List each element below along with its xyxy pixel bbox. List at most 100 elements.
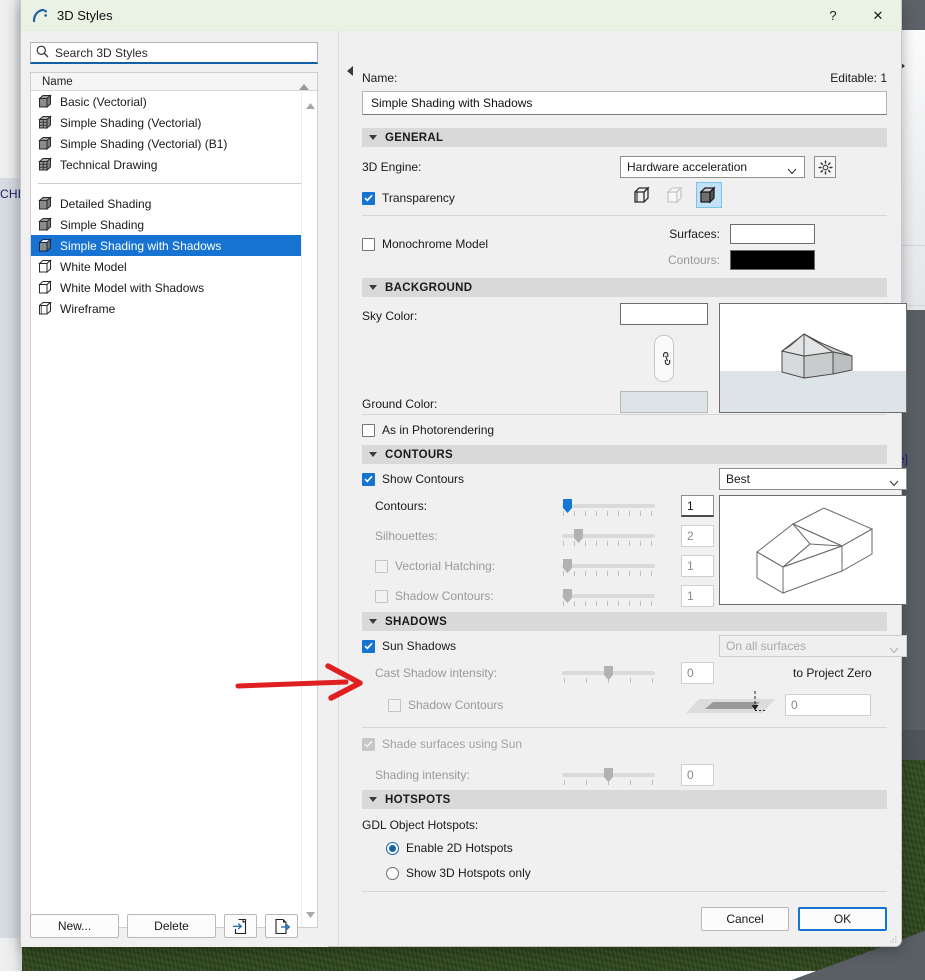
contours-slider-row: Contours: 1 <box>375 495 714 517</box>
export-style-button[interactable] <box>265 914 298 938</box>
shadow-contours-slider[interactable] <box>562 586 655 606</box>
scroll-up-arrow[interactable] <box>306 98 315 112</box>
list-scrollbar[interactable] <box>301 92 317 927</box>
list-body: Basic (Vectorial) Simple Shading (Vector… <box>31 91 317 319</box>
surfaces-color-swatch[interactable] <box>730 224 815 244</box>
dialog-title-bar[interactable]: 3D Styles ? ✕ <box>21 0 901 31</box>
resize-grip[interactable] <box>888 933 897 943</box>
section-header-contours[interactable]: CONTOURS <box>362 445 887 464</box>
radio-button[interactable] <box>386 841 399 855</box>
show-contours-checkbox[interactable] <box>362 472 375 486</box>
list-header: Name <box>31 73 317 91</box>
vectorial-hatching-checkbox[interactable] <box>375 559 388 573</box>
silhouettes-slider[interactable] <box>562 526 655 546</box>
sun-shadows-checkbox[interactable] <box>362 639 375 653</box>
list-item[interactable]: Technical Drawing <box>31 154 317 175</box>
silhouettes-value[interactable]: 2 <box>681 525 714 547</box>
style-solid-icon <box>36 135 56 152</box>
list-item[interactable]: Wireframe <box>31 298 317 319</box>
shade-surfaces-label: Shade surfaces using Sun <box>382 737 523 751</box>
shadow-contours-offset-checkbox[interactable] <box>388 698 401 712</box>
style-hatched-icon <box>36 114 56 131</box>
photorendering-row: As in Photorendering <box>362 415 887 445</box>
list-item[interactable]: Simple Shading (Vectorial) <box>31 112 317 133</box>
contour-quality-select[interactable]: Best <box>719 468 907 490</box>
shadow-surfaces-select[interactable]: On all surfaces <box>719 635 907 657</box>
silhouettes-slider-row: Silhouettes: 2 <box>375 525 714 547</box>
import-style-button[interactable] <box>224 914 257 938</box>
hidden-line-cube-button[interactable] <box>663 182 689 208</box>
new-button[interactable]: New... <box>30 914 119 938</box>
show-3d-hotspots-option[interactable]: Show 3D Hotspots only <box>386 866 531 880</box>
cast-shadow-intensity-value[interactable]: 0 <box>681 662 714 684</box>
shadow-contours-checkbox[interactable] <box>375 589 388 603</box>
engine-settings-button[interactable] <box>814 156 836 178</box>
list-item[interactable]: Simple Shading (Vectorial) (B1) <box>31 133 317 154</box>
cast-shadow-intensity-row: Cast Shadow intensity: 0 to Project Zero <box>375 662 872 684</box>
radio-button[interactable] <box>386 866 399 880</box>
contours-row-label: Contours: <box>375 499 428 513</box>
column-header-name[interactable]: Name <box>31 76 73 88</box>
shadow-contours-offset-label: Shadow Contours <box>408 698 504 712</box>
show-3d-hotspots-label: Show 3D Hotspots only <box>406 866 531 880</box>
monochrome-checkbox[interactable] <box>362 237 375 251</box>
ground-color-swatch[interactable] <box>620 391 708 413</box>
name-field[interactable] <box>362 91 887 115</box>
shading-intensity-slider[interactable] <box>562 765 655 785</box>
shaded-cube-button-selected[interactable] <box>696 182 722 208</box>
list-item-label: Simple Shading (Vectorial) <box>60 115 202 130</box>
section-header-shadows[interactable]: SHADOWS <box>362 612 887 631</box>
shading-intensity-value[interactable]: 0 <box>681 764 714 786</box>
style-hatched-icon <box>36 156 56 173</box>
name-input[interactable] <box>369 95 880 111</box>
sun-shadows-group: Sun Shadows <box>362 639 456 653</box>
section-header-general[interactable]: GENERAL <box>362 128 887 147</box>
sky-color-swatch[interactable] <box>620 303 708 325</box>
link-colors-button[interactable] <box>654 335 674 382</box>
vectorial-hatching-value[interactable]: 1 <box>681 555 714 577</box>
help-button[interactable]: ? <box>811 0 855 31</box>
list-item-label: Basic (Vectorial) <box>60 94 147 109</box>
list-item[interactable]: Basic (Vectorial) <box>31 91 317 112</box>
transparency-checkbox[interactable] <box>362 191 375 205</box>
style-solid-icon <box>36 237 56 254</box>
close-button[interactable]: ✕ <box>855 0 901 31</box>
shadow-offset-value[interactable]: 0 <box>785 694 871 716</box>
cancel-button[interactable]: Cancel <box>701 907 789 931</box>
shadow-contours-value[interactable]: 1 <box>681 585 714 607</box>
vectorial-hatching-slider[interactable] <box>562 556 655 576</box>
footer-divider <box>362 891 887 892</box>
slider-track <box>562 504 655 508</box>
section-header-hotspots[interactable]: HOTSPOTS <box>362 790 887 809</box>
list-item-label: White Model with Shadows <box>60 280 205 295</box>
list-item-label: Wireframe <box>60 301 116 316</box>
3d-styles-dialog: 3D Styles ? ✕ Search 3D Styles Name Basi… <box>20 0 907 947</box>
scroll-down-arrow[interactable] <box>306 907 315 921</box>
section-header-background[interactable]: BACKGROUND <box>362 278 887 297</box>
search-input[interactable] <box>55 45 300 60</box>
search-container <box>30 42 318 64</box>
list-item[interactable]: White Model with Shadows <box>31 277 317 298</box>
contours-slider[interactable] <box>562 496 655 516</box>
search-box[interactable] <box>30 42 318 64</box>
contours-color-swatch[interactable] <box>730 250 815 270</box>
shade-surfaces-checkbox[interactable] <box>362 737 375 751</box>
slider-ticks <box>562 571 655 576</box>
wireframe-cube-button[interactable] <box>630 182 656 208</box>
photorendering-checkbox[interactable] <box>362 423 375 437</box>
engine-row: 3D Engine: Hardware acceleration <box>362 153 887 181</box>
cast-shadow-intensity-slider[interactable] <box>562 663 655 683</box>
contours-value[interactable]: 1 <box>681 495 714 517</box>
ok-button[interactable]: OK <box>798 907 887 931</box>
slider-ticks <box>562 511 655 516</box>
shadows-body: Sun Shadows On all surfaces Cast Shadow … <box>362 631 907 727</box>
list-item[interactable]: Detailed Shading <box>31 193 317 214</box>
delete-button[interactable]: Delete <box>127 914 216 938</box>
gear-icon <box>817 159 833 175</box>
list-item[interactable]: Simple Shading <box>31 214 317 235</box>
enable-2d-hotspots-option[interactable]: Enable 2D Hotspots <box>386 841 513 855</box>
chevron-down-icon <box>369 619 377 624</box>
list-item-selected[interactable]: Simple Shading with Shadows <box>31 235 317 256</box>
list-item[interactable]: White Model <box>31 256 317 277</box>
engine-select[interactable]: Hardware acceleration <box>620 156 805 178</box>
